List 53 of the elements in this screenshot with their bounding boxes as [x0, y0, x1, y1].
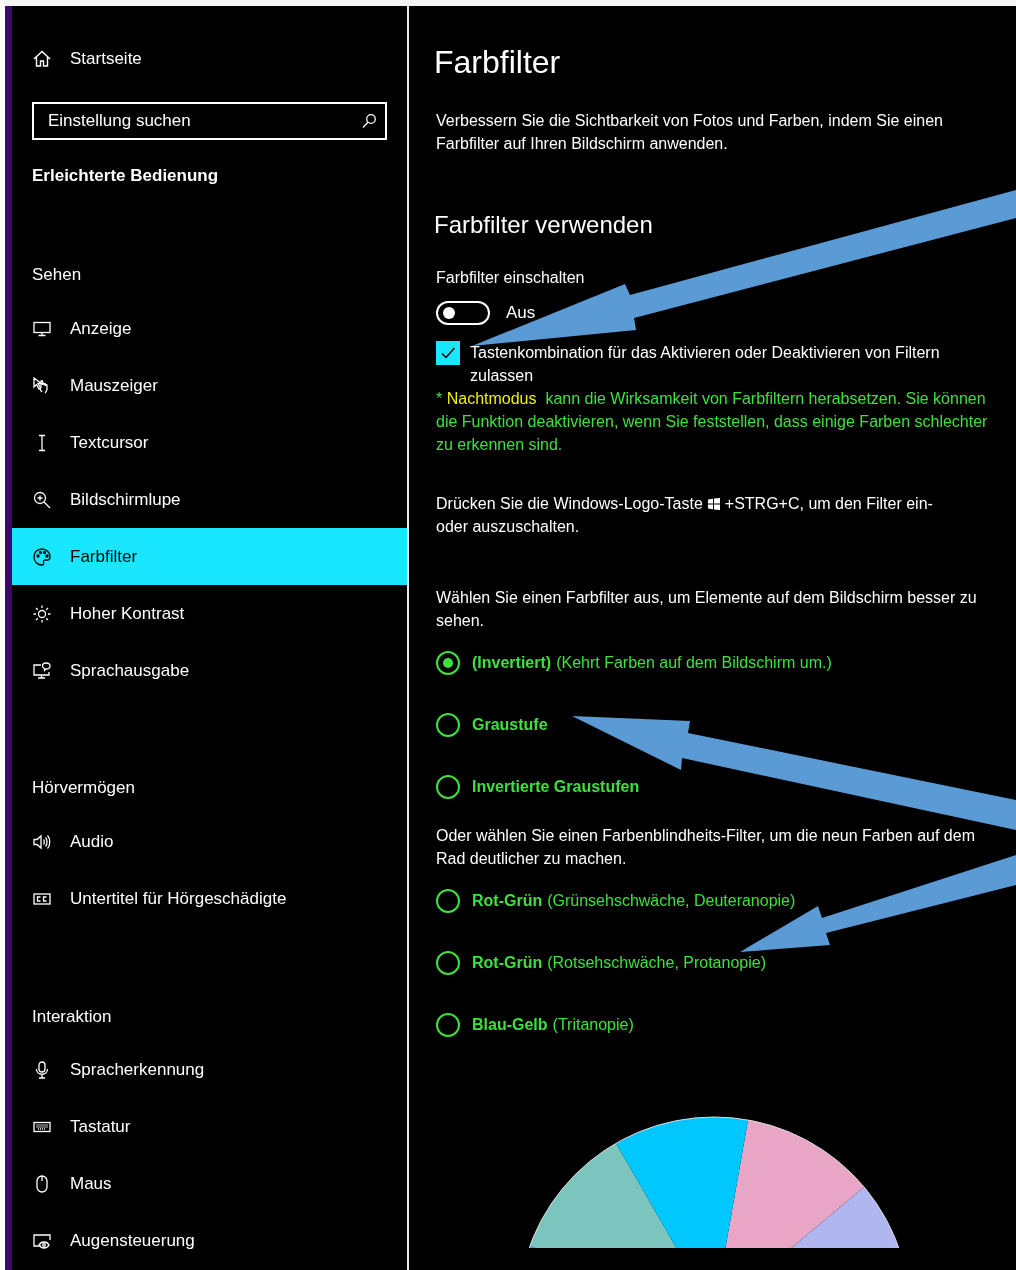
group-heading: Sehen [31, 263, 83, 286]
toggle-state: Aus [506, 303, 536, 323]
shortcut-text: oder auszuschalten. [436, 517, 580, 537]
checkbox[interactable] [436, 341, 460, 365]
radio-button[interactable] [436, 951, 460, 975]
page-title: Farbfilter [434, 44, 561, 81]
sidebar-item[interactable]: Maus [12, 1155, 407, 1213]
radio-button[interactable] [436, 651, 460, 675]
shortcut-text: +STRG+C, um den Filter ein- [724, 494, 933, 514]
night-mode-note: * Nachtmodus kann die Wirksamkeit von Farbfiltern herabsetzen. Sie können die Funktion deaktivieren, wenn Sie feststellen, dass einige Farben schlechter zu erkennen sind. [436, 389, 989, 455]
section-heading: Farbfilter verwenden [434, 211, 653, 239]
sidebar-item[interactable]: Untertitel für Hörgeschädigte [12, 870, 407, 928]
radio-label[interactable]: Rot-Grün (Grünsehschwäche, Deuteranopie) [472, 892, 796, 910]
sidebar-title: Erleichterte Bedienung [31, 165, 220, 186]
search-icon [361, 112, 377, 129]
sidebar-item[interactable]: Audio [12, 813, 407, 871]
sidebar-item[interactable]: Spracherkennung [12, 1041, 407, 1099]
windows-logo-icon [707, 497, 720, 510]
group-heading: Interaktion [31, 1005, 113, 1028]
checkbox-label[interactable]: Tastenkombination für das Aktivieren oder Deaktivieren von Filtern zulassen [470, 341, 990, 387]
radio-button[interactable] [436, 889, 460, 913]
sidebar-item[interactable]: Mauszeiger [12, 357, 407, 415]
toggle-switch[interactable] [436, 301, 490, 325]
sidebar-item[interactable]: Augensteuerung [12, 1212, 407, 1270]
toggle-label: Farbfilter einschalten [436, 269, 585, 287]
sidebar-item[interactable]: Textcursor [12, 414, 407, 472]
sidebar-item[interactable]: Anzeige [12, 300, 407, 358]
sidebar-item[interactable]: Tastatur [12, 1098, 407, 1156]
shortcut-text: Drücken Sie die Windows-Logo-Taste [436, 494, 703, 514]
colorblind-intro: Oder wählen Sie einen Farbenblindheits-Filter, um die neun Farben auf dem Rad deutlicher zu machen. [436, 826, 976, 869]
radio-label[interactable]: Invertierte Graustufen [472, 778, 640, 796]
palette-icon [32, 546, 52, 567]
radio-label[interactable]: (Invertiert) (Kehrt Farben auf dem Bildschirm um.) [472, 654, 832, 672]
radio-button[interactable] [436, 713, 460, 737]
filters-intro: Wählen Sie einen Farbfilter aus, um Elemente auf dem Bildschirm besser zu sehen. [436, 588, 978, 631]
zoom-in-icon [32, 489, 52, 510]
radio-label[interactable]: Blau-Gelb (Tritanopie) [472, 1016, 634, 1034]
sidebar-item[interactable]: Hoher Kontrast [12, 585, 407, 643]
eye-monitor-icon [32, 1231, 52, 1252]
sidebar-item[interactable]: Bildschirmlupe [12, 471, 407, 529]
intro-text: Verbessern Sie die Sichtbarkeit von Fotos und Farben, indem Sie einen Farbfilter auf Ihren Bildschirm anwenden. [436, 111, 944, 154]
sidebar-item[interactable]: Sprachausgabe [12, 642, 407, 700]
sidebar-item[interactable]: Farbfilter [12, 528, 407, 586]
home-icon [32, 49, 52, 70]
group-heading: Hörvermögen [31, 777, 136, 800]
home-link[interactable]: Startseite [70, 49, 142, 70]
search-field[interactable]: Einstellung suchen [32, 101, 387, 140]
sun-icon [32, 603, 52, 624]
radio-label[interactable]: Graustufe [472, 716, 548, 734]
radio-button[interactable] [436, 1013, 460, 1037]
narrator-icon [32, 660, 52, 681]
radio-label[interactable]: Rot-Grün (Rotsehschwäche, Protanopie) [472, 954, 766, 972]
radio-button[interactable] [436, 775, 460, 799]
